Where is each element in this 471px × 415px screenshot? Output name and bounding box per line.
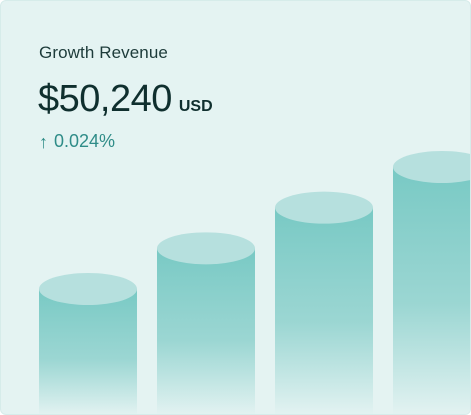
- revenue-amount: $50,240: [38, 78, 172, 120]
- bar-1: [39, 289, 137, 414]
- currency-label: USD: [178, 98, 213, 115]
- growth-percentage: 0.024%: [54, 131, 116, 151]
- bar-3: [275, 207, 373, 414]
- bar-2-top: [157, 232, 255, 265]
- arrow-up-icon: ↑: [39, 131, 48, 152]
- revenue-card: Growth Revenue $50,240 USD ↑ 0.024%: [0, 0, 471, 415]
- revenue-amount-row: $50,240 USD: [38, 78, 213, 121]
- bar-1-top: [39, 273, 137, 305]
- card-title: Growth Revenue: [39, 43, 168, 62]
- revenue-bar-chart: [39, 151, 470, 414]
- bar-3-top: [275, 191, 373, 224]
- growth-change: ↑ 0.024%: [39, 131, 115, 152]
- bar-4-top: [393, 151, 470, 183]
- bar-4: [393, 167, 470, 414]
- bar-2: [157, 248, 255, 414]
